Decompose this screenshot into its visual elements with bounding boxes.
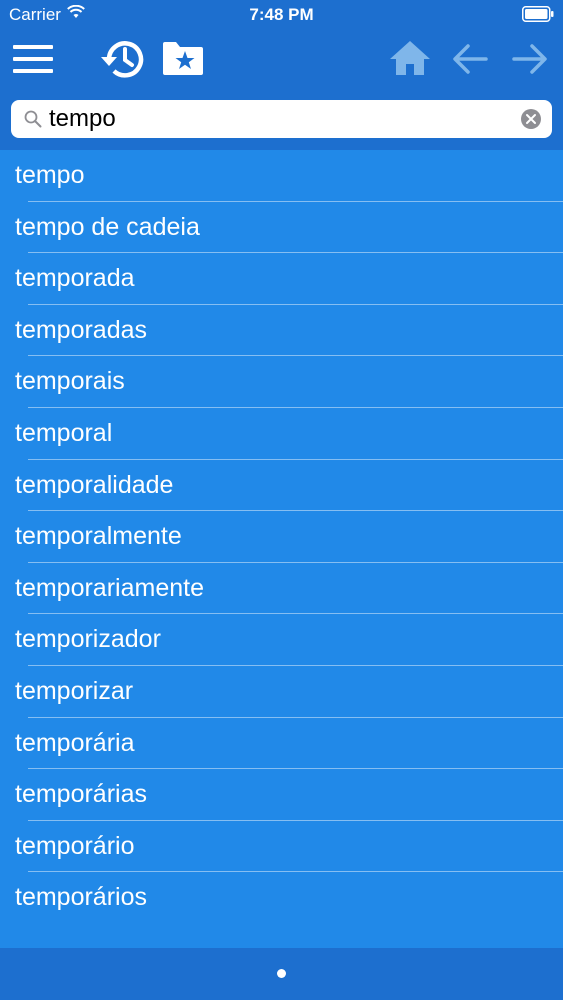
list-item[interactable]: tempo bbox=[0, 150, 563, 202]
list-item[interactable]: temporais bbox=[0, 356, 563, 408]
toolbar bbox=[0, 30, 563, 92]
results-list: tempo tempo de cadeia temporada temporadas t… bbox=[0, 150, 563, 948]
back-button[interactable] bbox=[452, 43, 488, 75]
forward-button[interactable] bbox=[512, 43, 548, 75]
list-item[interactable]: temporizador bbox=[0, 614, 563, 666]
list-item[interactable]: temporário bbox=[0, 821, 563, 873]
list-item[interactable]: temporada bbox=[0, 253, 563, 305]
list-item[interactable]: temporadas bbox=[0, 305, 563, 357]
search-field[interactable] bbox=[11, 100, 552, 138]
list-item[interactable]: temporários bbox=[0, 872, 563, 924]
list-item[interactable]: temporariamente bbox=[0, 563, 563, 615]
list-item[interactable]: tempo de cadeia bbox=[0, 202, 563, 254]
list-item[interactable]: temporal bbox=[0, 408, 563, 460]
list-item[interactable]: temporalmente bbox=[0, 511, 563, 563]
home-icon bbox=[390, 41, 430, 75]
menu-icon bbox=[13, 45, 53, 73]
status-time: 7:48 PM bbox=[249, 5, 314, 24]
clear-icon[interactable] bbox=[521, 109, 541, 129]
search-input[interactable] bbox=[49, 104, 509, 134]
status-bar: Carrier 7:48 PM bbox=[0, 0, 563, 30]
menu-button[interactable] bbox=[13, 44, 53, 74]
list-item[interactable]: temporárias bbox=[0, 769, 563, 821]
favorites-folder-icon bbox=[163, 42, 203, 75]
history-button[interactable] bbox=[100, 38, 146, 80]
history-icon bbox=[101, 41, 144, 78]
search-icon bbox=[24, 110, 42, 128]
list-item[interactable]: temporária bbox=[0, 718, 563, 770]
battery-icon bbox=[522, 6, 554, 22]
arrow-right-icon bbox=[512, 44, 547, 74]
list-item[interactable]: temporalidade bbox=[0, 460, 563, 512]
list-item[interactable]: temporizar bbox=[0, 666, 563, 718]
bottom-bar bbox=[0, 948, 563, 1000]
page-indicator-dot bbox=[277, 969, 286, 978]
arrow-left-icon bbox=[453, 44, 488, 74]
search-bar bbox=[0, 92, 563, 150]
home-button[interactable] bbox=[389, 40, 431, 76]
favorites-button[interactable] bbox=[161, 40, 205, 76]
